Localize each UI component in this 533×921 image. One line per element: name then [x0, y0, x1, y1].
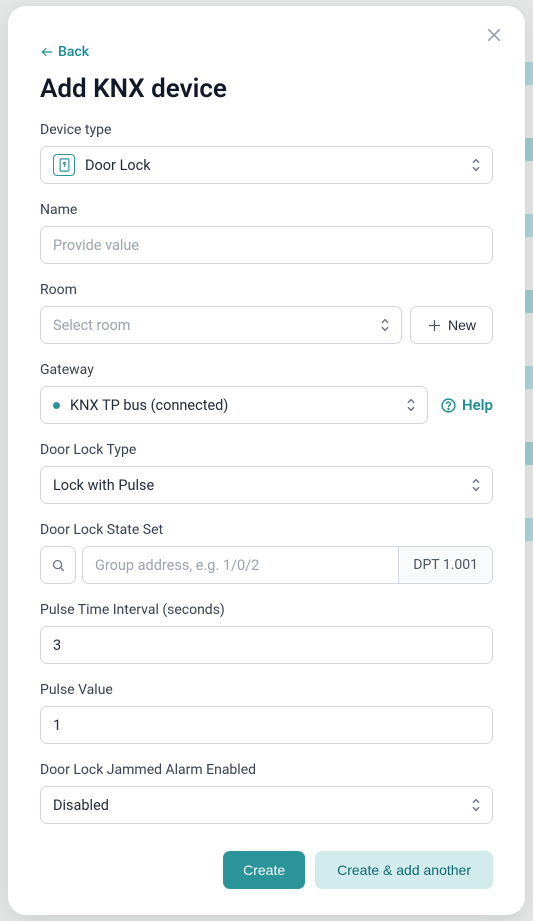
dpt-badge: DPT 1.001 — [398, 546, 493, 584]
group-address-input[interactable] — [82, 546, 398, 584]
room-placeholder: Select room — [53, 317, 130, 334]
arrow-left-icon — [40, 45, 54, 59]
pulse-time-field: Pulse Time Interval (seconds) — [40, 602, 493, 664]
door-lock-type-select[interactable]: Lock with Pulse — [40, 466, 493, 504]
search-address-button[interactable] — [40, 546, 76, 584]
modal-footer: Create Create & add another — [40, 833, 493, 889]
door-lock-type-label: Door Lock Type — [40, 442, 493, 458]
chevron-updown-icon — [470, 477, 482, 493]
form: Device type Door Lock Name Room — [40, 122, 493, 833]
pulse-time-input[interactable] — [40, 626, 493, 664]
pulse-value-input[interactable] — [40, 706, 493, 744]
chevron-updown-icon — [405, 397, 417, 413]
name-field: Name — [40, 202, 493, 264]
status-dot-icon — [53, 402, 60, 409]
back-link[interactable]: Back — [40, 44, 493, 60]
jammed-alarm-field: Door Lock Jammed Alarm Enabled Disabled — [40, 762, 493, 824]
device-type-field: Device type Door Lock — [40, 122, 493, 184]
door-lock-type-value: Lock with Pulse — [53, 477, 154, 494]
search-icon — [51, 558, 66, 573]
door-lock-icon — [53, 154, 75, 176]
name-label: Name — [40, 202, 493, 218]
help-label: Help — [462, 396, 493, 414]
gateway-field: Gateway KNX TP bus (connected) Help — [40, 362, 493, 424]
close-icon — [485, 26, 503, 44]
room-select[interactable]: Select room — [40, 306, 402, 344]
back-label: Back — [58, 44, 89, 60]
close-button[interactable] — [485, 26, 503, 44]
door-lock-state-set-label: Door Lock State Set — [40, 522, 493, 538]
chevron-updown-icon — [470, 797, 482, 813]
name-input[interactable] — [40, 226, 493, 264]
door-lock-state-set-field: Door Lock State Set DPT 1.001 — [40, 522, 493, 584]
jammed-alarm-select[interactable]: Disabled — [40, 786, 493, 824]
pulse-value-field: Pulse Value — [40, 682, 493, 744]
add-device-modal: Back Add KNX device Device type Door Loc… — [8, 6, 525, 915]
gateway-select[interactable]: KNX TP bus (connected) — [40, 386, 428, 424]
create-and-add-another-button[interactable]: Create & add another — [315, 851, 493, 889]
new-room-button[interactable]: New — [410, 306, 493, 344]
device-type-value: Door Lock — [85, 157, 151, 174]
device-type-select[interactable]: Door Lock — [40, 146, 493, 184]
help-link[interactable]: Help — [440, 396, 493, 414]
new-room-label: New — [448, 317, 476, 333]
room-field: Room Select room New — [40, 282, 493, 344]
door-lock-type-field: Door Lock Type Lock with Pulse — [40, 442, 493, 504]
chevron-updown-icon — [470, 157, 482, 173]
jammed-alarm-value: Disabled — [53, 797, 109, 814]
pulse-time-label: Pulse Time Interval (seconds) — [40, 602, 493, 618]
gateway-value: KNX TP bus (connected) — [70, 397, 228, 414]
room-label: Room — [40, 282, 493, 298]
chevron-updown-icon — [379, 317, 391, 333]
jammed-alarm-label: Door Lock Jammed Alarm Enabled — [40, 762, 493, 778]
plus-icon — [427, 318, 442, 333]
modal-title: Add KNX device — [40, 74, 493, 104]
help-icon — [440, 397, 457, 414]
pulse-value-label: Pulse Value — [40, 682, 493, 698]
create-button[interactable]: Create — [223, 851, 305, 889]
gateway-label: Gateway — [40, 362, 493, 378]
device-type-label: Device type — [40, 122, 493, 138]
